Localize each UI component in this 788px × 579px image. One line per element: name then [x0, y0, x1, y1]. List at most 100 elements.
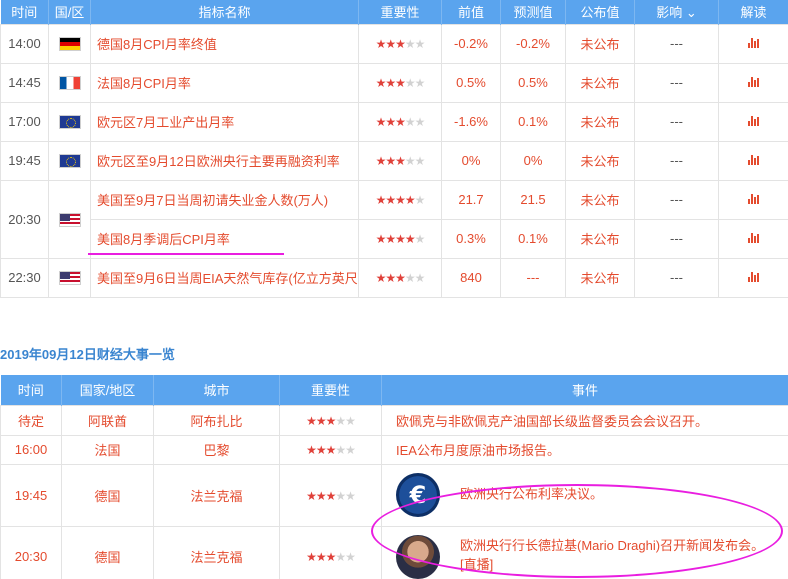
star-filled-icon: ★ — [306, 443, 317, 457]
bar-chart-icon[interactable] — [747, 155, 760, 165]
flag-us-icon — [58, 212, 81, 227]
bar-chart-icon[interactable] — [747, 272, 760, 282]
table-row: 16:00 法国 巴黎 ★★★★★ IEA公布月度原油市场报告。 — [0, 434, 788, 465]
indicator-link[interactable]: 欧元区至9月12日欧洲央行主要再融资利率 — [90, 140, 359, 181]
event-stars: ★★★★★ — [279, 434, 382, 465]
row-impact: --- — [634, 140, 719, 181]
indicator-link[interactable]: 美国至9月7日当周初请失业金人数(万人) — [90, 179, 359, 220]
row-impact: --- — [634, 257, 719, 298]
star-filled-icon: ★ — [306, 488, 317, 503]
row-actual: 未公布 — [565, 62, 635, 103]
table-row: 待定 阿联酋 阿布扎比 ★★★★★ 欧佩克与非欧佩克产油国部长级监督委员会会议召… — [0, 404, 788, 436]
star-filled-icon: ★ — [385, 193, 396, 207]
row-time: 22:30 — [0, 257, 49, 298]
indicator-link[interactable]: 欧元区7月工业产出月率 — [90, 101, 359, 142]
row-time: 17:00 — [0, 101, 49, 142]
star-empty-icon: ★ — [345, 413, 356, 428]
event-cell: 欧洲央行行长德拉基(Mario Draghi)召开新闻发布会。 [直播] — [381, 525, 788, 579]
star-filled-icon: ★ — [306, 413, 317, 428]
header-time: 时间 — [0, 0, 49, 24]
star-filled-icon: ★ — [404, 232, 416, 246]
row-flag — [48, 257, 91, 298]
bar-chart-icon[interactable] — [747, 38, 760, 48]
event-time: 19:45 — [0, 463, 62, 527]
row-stars: ★★★★★ — [358, 23, 442, 64]
star-empty-icon: ★ — [414, 115, 426, 129]
row-forecast: 21.5 — [500, 179, 566, 220]
bar-chart-icon[interactable] — [747, 194, 760, 204]
table-row: 22:30 美国至9月6日当周EIA天然气库存(亿立方英尺) ★★★★★ 840… — [0, 257, 788, 298]
row-chart[interactable] — [718, 257, 788, 298]
table-row: 20:30 德国 法兰克福 ★★★★★ 欧洲央行行长德拉基(Mario Drag… — [0, 525, 788, 579]
star-filled-icon: ★ — [395, 193, 406, 207]
row-impact: --- — [634, 62, 719, 103]
indicator-link[interactable]: 法国8月CPI月率 — [90, 62, 359, 103]
star-empty-icon: ★ — [345, 443, 356, 457]
event-time: 20:30 — [0, 525, 62, 579]
table-row: 17:00 欧元区7月工业产出月率 ★★★★★ -1.6% 0.1% 未公布 -… — [0, 101, 788, 142]
row-stars: ★★★★★ — [358, 218, 442, 259]
header-impact-label: 影响 — [656, 5, 683, 21]
row-stars: ★★★★★ — [358, 257, 442, 298]
star-filled-icon: ★ — [375, 193, 387, 207]
row-forecast: 0% — [500, 140, 566, 181]
row-actual: 未公布 — [565, 23, 635, 64]
indicator-link[interactable]: 德国8月CPI月率终值 — [90, 23, 359, 64]
row-chart[interactable] — [718, 218, 788, 259]
star-filled-icon: ★ — [375, 154, 387, 168]
star-filled-icon: ★ — [395, 37, 406, 51]
row-forecast: --- — [500, 257, 566, 298]
bar-chart-icon[interactable] — [747, 233, 760, 243]
row-flag — [48, 101, 91, 142]
row-chart[interactable] — [718, 62, 788, 103]
header-city: 城市 — [153, 375, 280, 405]
event-city: 巴黎 — [153, 434, 280, 465]
star-empty-icon: ★ — [404, 115, 416, 129]
event-city: 法兰克福 — [153, 525, 280, 579]
row-chart[interactable] — [718, 23, 788, 64]
header-interpret: 解读 — [718, 0, 788, 24]
header-time: 时间 — [0, 375, 62, 405]
star-filled-icon: ★ — [395, 271, 406, 285]
event-region: 德国 — [61, 525, 154, 579]
flag-eu-icon — [58, 154, 81, 169]
row-actual: 未公布 — [565, 101, 635, 142]
star-empty-icon: ★ — [335, 549, 346, 564]
star-filled-icon: ★ — [385, 271, 396, 285]
bar-chart-icon[interactable] — [747, 116, 760, 126]
star-empty-icon: ★ — [414, 193, 426, 207]
row-stars: ★★★★★ — [358, 179, 442, 220]
star-filled-icon: ★ — [325, 549, 337, 564]
table-row: 14:00 德国8月CPI月率终值 ★★★★★ -0.2% -0.2% 未公布 … — [0, 23, 788, 64]
star-empty-icon: ★ — [414, 232, 426, 246]
calendar-header-row: 时间 国/区 指标名称 重要性 前值 预测值 公布值 影响 ⌄ 解读 — [0, 0, 788, 24]
row-chart[interactable] — [718, 101, 788, 142]
indicator-link[interactable]: 美国至9月6日当周EIA天然气库存(亿立方英尺) — [90, 257, 359, 298]
event-description: 欧佩克与非欧佩克产油国部长级监督委员会会议召开。 — [381, 404, 788, 436]
annotation-underline — [88, 253, 284, 255]
row-actual: 未公布 — [565, 218, 635, 259]
event-region: 德国 — [61, 463, 154, 527]
live-link[interactable]: [直播] — [460, 557, 493, 572]
row-time: 14:00 — [0, 23, 49, 64]
header-impact[interactable]: 影响 ⌄ — [634, 0, 719, 24]
event-cell: € 欧洲央行公布利率决议。 — [381, 463, 788, 527]
star-filled-icon: ★ — [385, 115, 396, 129]
row-chart[interactable] — [718, 179, 788, 220]
star-filled-icon: ★ — [395, 232, 406, 246]
row-forecast: -0.2% — [500, 23, 566, 64]
header-region: 国家/地区 — [61, 375, 154, 405]
row-previous: 0.3% — [441, 218, 501, 259]
row-chart[interactable] — [718, 140, 788, 181]
header-forecast: 预测值 — [500, 0, 566, 24]
row-time: 19:45 — [0, 140, 49, 181]
flag-us-icon — [58, 271, 81, 286]
header-previous: 前值 — [441, 0, 501, 24]
row-time: 20:30 — [0, 179, 49, 259]
bar-chart-icon[interactable] — [747, 77, 760, 87]
star-empty-icon: ★ — [414, 76, 426, 90]
table-row: 14:45 法国8月CPI月率 ★★★★★ 0.5% 0.5% 未公布 --- — [0, 62, 788, 103]
star-filled-icon: ★ — [325, 443, 337, 457]
star-empty-icon: ★ — [414, 271, 426, 285]
row-impact: --- — [634, 23, 719, 64]
